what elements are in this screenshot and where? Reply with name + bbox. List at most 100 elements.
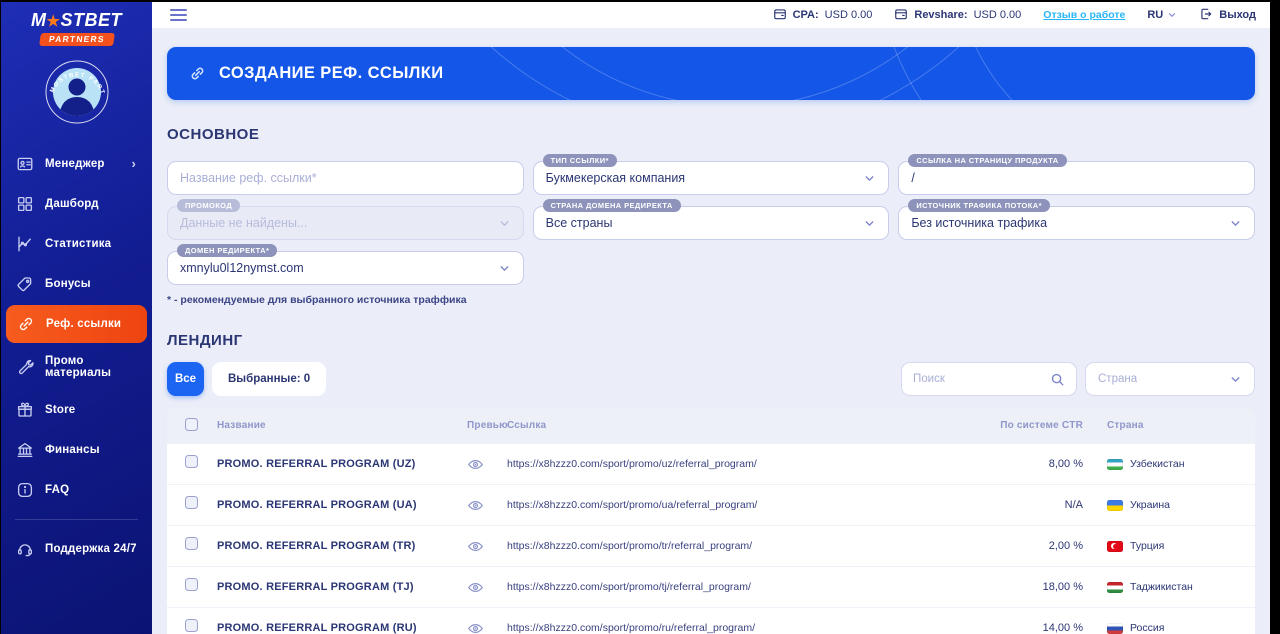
sidebar-item-bonuses[interactable]: Бонусы	[1, 264, 152, 304]
landing-link[interactable]: https://x8hzzz0.com/sport/promo/tj/refer…	[507, 581, 997, 593]
landing-link[interactable]: https://x8hzzz0.com/sport/promo/ru/refer…	[507, 622, 997, 634]
search-box[interactable]	[901, 362, 1077, 396]
landing-ctr: N/A	[1064, 499, 1083, 511]
preview-eye-icon[interactable]	[467, 579, 484, 596]
logo-partners-badge: PARTNERS	[38, 32, 115, 46]
table-header: Название Превью Ссылка По системе CTR Ст…	[167, 408, 1255, 443]
revshare-balance: Revshare: USD 0.00	[894, 7, 1021, 24]
chevron-down-icon	[498, 217, 511, 230]
ref-link-name-field[interactable]	[167, 161, 524, 195]
logout-icon	[1199, 7, 1213, 24]
redirect-country-value: Все страны	[545, 216, 613, 230]
sidebar: M★STBET PARTNERS MOSTBET PARTNER Менедже…	[1, 2, 152, 634]
revshare-value: USD 0.00	[973, 9, 1022, 21]
preview-eye-icon[interactable]	[467, 538, 484, 555]
redirect-domain-label: ДОМЕН РЕДИРЕКТА*	[177, 244, 278, 257]
cpa-label: CPA:	[792, 9, 819, 21]
landing-name: PROMO. REFERRAL PROGRAM (TR)	[217, 540, 416, 552]
country-name: Россия	[1130, 622, 1165, 634]
promocode-label: ПРОМОКОД	[177, 199, 241, 212]
header-preview: Превью	[467, 420, 508, 431]
redirect-domain-value: xmnylu0l12nymst.com	[180, 261, 304, 275]
row-checkbox[interactable]	[185, 537, 198, 550]
sidebar-item-support[interactable]: Поддержка 24/7	[1, 529, 152, 569]
sidebar-item-manager[interactable]: Менеджер ›	[1, 144, 152, 184]
cpa-balance: CPA: USD 0.00	[773, 7, 873, 24]
chevron-down-icon	[863, 172, 876, 185]
search-input[interactable]	[913, 373, 1042, 385]
logout-button[interactable]: Выход	[1199, 7, 1256, 24]
manager-icon	[16, 155, 34, 173]
tab-selected[interactable]: Выбранные: 0	[212, 362, 327, 396]
landing-ctr: 8,00 %	[1048, 458, 1083, 470]
landing-link[interactable]: https://x8hzzz0.com/sport/promo/uz/refer…	[507, 458, 997, 470]
sidebar-item-finance[interactable]: Финансы	[1, 430, 152, 470]
chevron-down-icon	[1169, 13, 1176, 18]
row-checkbox[interactable]	[185, 619, 198, 632]
flag-icon	[1107, 499, 1123, 511]
sidebar-item-dashboard[interactable]: Дашборд	[1, 184, 152, 224]
hamburger-menu-icon[interactable]	[170, 9, 187, 21]
table-body: PROMO. REFERRAL PROGRAM (UZ) https://x8hz…	[167, 443, 1255, 634]
content: CPA: USD 0.00 Revshare: USD 0.00 Отзыв о…	[152, 2, 1270, 634]
logo-text: M★STBET	[31, 11, 122, 30]
redirect-country-label: СТРАНА ДОМЕНА РЕДИРЕКТА	[542, 199, 681, 212]
sidebar-item-label: Статистика	[45, 237, 112, 250]
sidebar-item-faq[interactable]: FAQ	[1, 470, 152, 510]
sidebar-item-ref-links[interactable]: Реф. ссылки	[6, 304, 147, 343]
product-link-field[interactable]: ССЫЛКА НА СТРАНИЦУ ПРОДУКТА /	[898, 154, 1255, 195]
section-title-landing: ЛЕНДИНГ	[167, 332, 243, 349]
traffic-source-select[interactable]: ИСТОЧНИК ТРАФИКА ПОТОКА* Без источника т…	[898, 199, 1255, 240]
page-title: СОЗДАНИЕ РЕФ. ССЫЛКИ	[219, 64, 444, 82]
ref-link-name-input[interactable]	[180, 171, 511, 185]
language-selector[interactable]: RU	[1147, 9, 1177, 21]
landing-name: PROMO. REFERRAL PROGRAM (UA)	[217, 499, 417, 511]
header-name: Название	[217, 420, 266, 431]
sidebar-item-label: Дашборд	[45, 197, 99, 210]
table-row: PROMO. REFERRAL PROGRAM (UA) https://x8hz…	[167, 484, 1255, 525]
preview-eye-icon[interactable]	[467, 620, 484, 634]
preview-eye-icon[interactable]	[467, 497, 484, 514]
feedback-link[interactable]: Отзыв о работе	[1043, 9, 1125, 21]
product-link-value: /	[911, 171, 915, 185]
sidebar-divider	[15, 518, 138, 520]
faq-icon	[16, 481, 34, 499]
chevron-down-icon	[1229, 217, 1242, 230]
wallet-icon	[773, 7, 787, 24]
tab-all[interactable]: Все	[167, 362, 204, 396]
country-filter-select[interactable]: Страна	[1085, 362, 1255, 396]
redirect-domain-select[interactable]: ДОМЕН РЕДИРЕКТА* xmnylu0l12nymst.com	[167, 244, 524, 285]
row-checkbox[interactable]	[185, 455, 198, 468]
avatar: MOSTBET PARTNER	[41, 55, 110, 130]
support-icon	[16, 540, 34, 558]
landing-link[interactable]: https://x8hzzz0.com/sport/promo/ua/refer…	[507, 499, 997, 511]
landing-link[interactable]: https://x8hzzz0.com/sport/promo/tr/refer…	[507, 540, 997, 552]
preview-eye-icon[interactable]	[467, 456, 484, 473]
redirect-country-select[interactable]: СТРАНА ДОМЕНА РЕДИРЕКТА Все страны	[532, 199, 890, 240]
sidebar-item-label: Промо материалы	[45, 354, 112, 379]
landing-name: PROMO. REFERRAL PROGRAM (UZ)	[217, 458, 416, 470]
select-all-checkbox[interactable]	[185, 417, 198, 431]
sidebar-menu: Менеджер › Дашборд Статистика Бонусы Реф. ссы…	[1, 144, 152, 569]
sidebar-item-promo[interactable]: Промо материалы	[1, 344, 152, 390]
link-type-select[interactable]: ТИП ССЫЛКИ* Букмекерская компания	[532, 154, 890, 195]
sidebar-item-statistics[interactable]: Статистика	[1, 224, 152, 264]
chevron-down-icon	[863, 217, 876, 230]
promocode-select: ПРОМОКОД Данные не найдены...	[167, 199, 524, 240]
cpa-value: USD 0.00	[824, 9, 873, 21]
finance-icon	[16, 441, 34, 459]
header-ctr: По системе CTR	[1000, 420, 1083, 431]
row-checkbox[interactable]	[185, 496, 198, 509]
store-icon	[16, 401, 34, 419]
flag-icon	[1107, 540, 1123, 552]
landings-table: Название Превью Ссылка По системе CTR Ст…	[167, 408, 1255, 634]
landing-country: Турция	[1107, 540, 1237, 552]
flag-icon	[1107, 581, 1123, 593]
row-checkbox[interactable]	[185, 578, 198, 591]
chevron-down-icon	[1229, 373, 1242, 386]
sidebar-item-label: Финансы	[45, 443, 100, 456]
promocode-placeholder: Данные не найдены...	[180, 216, 308, 230]
page-title-banner: СОЗДАНИЕ РЕФ. ССЫЛКИ	[167, 47, 1255, 100]
country-name: Таджикистан	[1130, 581, 1193, 593]
sidebar-item-store[interactable]: Store	[1, 390, 152, 430]
